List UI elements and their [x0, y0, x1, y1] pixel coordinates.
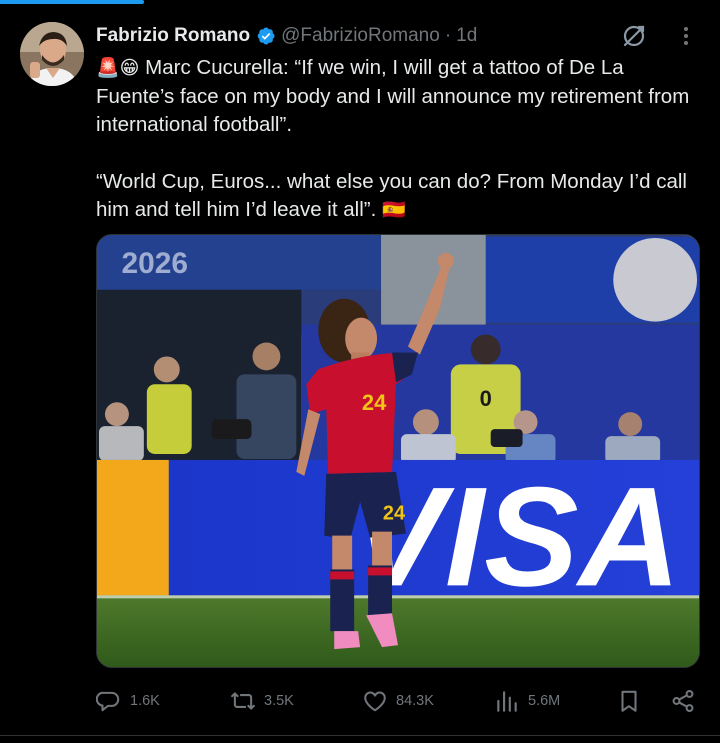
tweet-actions: 1.6K 3.5K 84.3K 5.6M — [96, 684, 700, 718]
photo-football-player: VISA 2026 24 24 0 — [97, 235, 699, 667]
like-button[interactable]: 84.3K — [362, 684, 434, 718]
author-name[interactable]: Fabrizio Romano — [96, 25, 250, 47]
repost-count: 3.5K — [264, 693, 294, 709]
like-icon — [364, 691, 386, 712]
shorts-number: 24 — [383, 503, 405, 525]
quote-text-1: Marc Cucurella: “If we win, I will get a… — [96, 56, 690, 136]
banner-text: 2026 — [122, 247, 189, 280]
share-icon — [672, 690, 694, 712]
repost-icon — [231, 692, 255, 710]
bookmark-icon — [621, 690, 637, 712]
ad-board-text: VISA — [350, 457, 680, 615]
reply-button[interactable]: 1.6K — [96, 684, 160, 718]
avatar[interactable] — [20, 22, 84, 86]
tweet-paragraph-1: 🚨😁 Marc Cucurella: “If we win, I will ge… — [96, 54, 696, 140]
meta-separator: · — [444, 25, 452, 46]
reply-icon — [96, 691, 120, 712]
views-count: 5.6M — [528, 693, 561, 709]
reply-count: 1.6K — [130, 693, 160, 709]
repost-button[interactable]: 3.5K — [230, 684, 294, 718]
author-handle[interactable]: @FabrizioRomano — [281, 25, 440, 47]
tweet[interactable]: Fabrizio Romano @FabrizioRomano · 1d 🚨😁 … — [0, 0, 720, 735]
post-time[interactable]: 1d — [456, 25, 477, 47]
jersey-number: 24 — [362, 390, 387, 415]
verified-badge-icon — [256, 26, 276, 46]
spain-flag-emoji: 🇪🇸 — [382, 199, 406, 221]
like-count: 84.3K — [396, 693, 434, 709]
tweet-divider — [0, 735, 720, 736]
grok-icon[interactable] — [620, 22, 648, 50]
views-icon — [497, 691, 517, 712]
bookmark-button[interactable] — [616, 684, 650, 718]
tweet-header: Fabrizio Romano @FabrizioRomano · 1d — [96, 22, 700, 50]
tweet-text: 🚨😁 Marc Cucurella: “If we win, I will ge… — [96, 54, 696, 225]
share-button[interactable] — [670, 684, 704, 718]
more-icon[interactable] — [672, 22, 700, 50]
vest-number: 0 — [480, 386, 492, 411]
views-button[interactable]: 5.6M — [494, 684, 560, 718]
tweet-photo[interactable]: VISA 2026 24 24 0 — [96, 234, 700, 668]
tweet-paragraph-2: “World Cup, Euros... what else you can d… — [96, 168, 696, 225]
emoji-prefix: 🚨😁 — [96, 57, 140, 79]
